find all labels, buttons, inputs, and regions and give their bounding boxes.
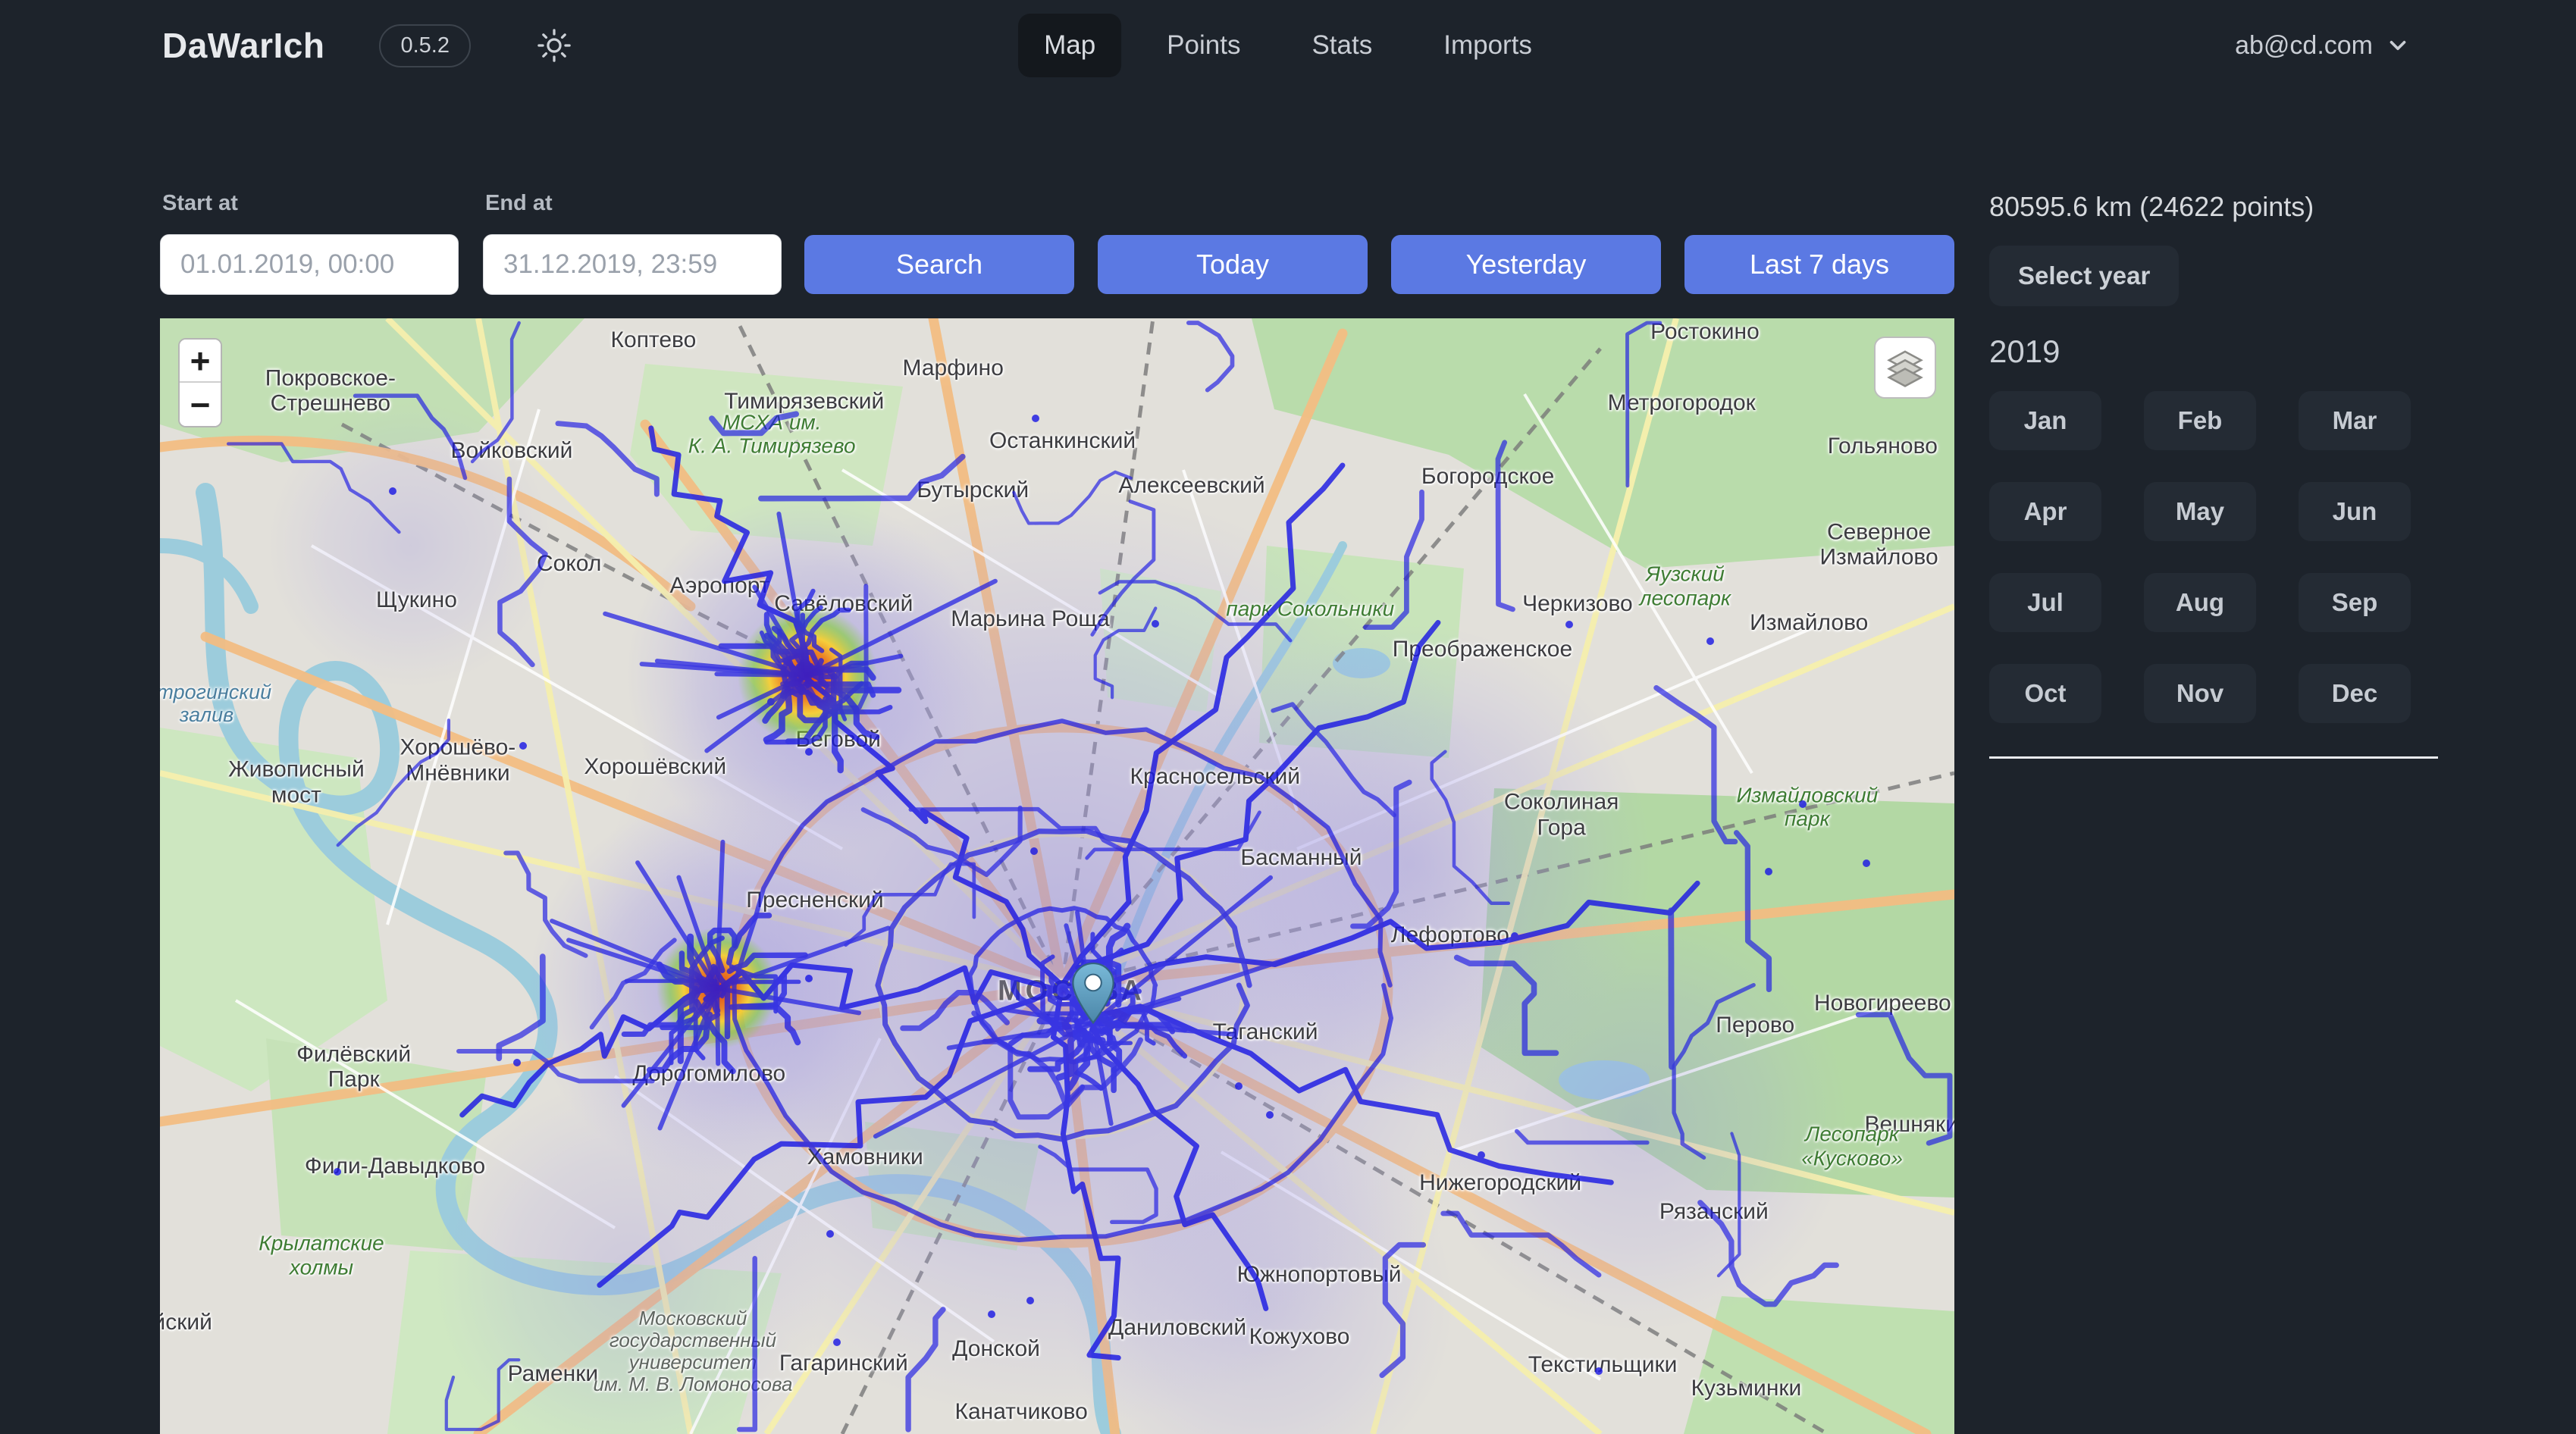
month-button-aug[interactable]: Aug [2144,573,2256,632]
search-button[interactable]: Search [804,235,1074,294]
main-nav: Map Points Stats Imports [1018,0,1558,91]
zoom-out-button[interactable]: − [180,383,221,426]
location-marker[interactable] [1071,963,1115,1029]
today-button[interactable]: Today [1098,235,1368,294]
layers-icon [1885,348,1925,387]
year-heading: 2019 [1989,333,2438,370]
tab-imports[interactable]: Imports [1418,14,1558,77]
tab-map[interactable]: Map [1018,14,1121,77]
last-7-days-button[interactable]: Last 7 days [1684,235,1954,294]
year-panel: 80595.6 km (24622 points) Select year 20… [1989,0,2438,759]
month-button-oct[interactable]: Oct [1989,664,2101,723]
map-pin-icon [1071,963,1115,1025]
yesterday-button[interactable]: Yesterday [1391,235,1661,294]
month-button-mar[interactable]: Mar [2299,391,2411,450]
month-button-jan[interactable]: Jan [1989,391,2101,450]
month-button-jul[interactable]: Jul [1989,573,2101,632]
month-grid: Jan Feb Mar Apr May Jun Jul Aug Sep Oct … [1989,391,2438,723]
zoom-in-button[interactable]: + [180,340,221,383]
month-button-feb[interactable]: Feb [2144,391,2256,450]
theme-toggle-button[interactable] [533,24,575,67]
map-base-tiles [160,318,1954,1434]
end-at-label: End at [485,191,553,216]
distance-stats: 80595.6 km (24622 points) [1989,191,2438,223]
month-button-nov[interactable]: Nov [2144,664,2256,723]
app-logo: DaWarIch [162,25,324,66]
panel-divider [1989,756,2438,759]
month-button-jun[interactable]: Jun [2299,482,2411,541]
zoom-control: + − [178,338,222,427]
select-year-button[interactable]: Select year [1989,246,2179,306]
tab-points[interactable]: Points [1141,14,1266,77]
layers-control[interactable] [1874,337,1936,399]
month-button-apr[interactable]: Apr [1989,482,2101,541]
end-at-input[interactable] [483,234,782,295]
start-at-label: Start at [162,191,238,216]
tab-stats[interactable]: Stats [1286,14,1398,77]
month-button-sep[interactable]: Sep [2299,573,2411,632]
sun-icon [537,28,572,63]
month-button-dec[interactable]: Dec [2299,664,2411,723]
brand-group: DaWarIch 0.5.2 [162,0,575,91]
map-canvas[interactable]: Покровское- СтрешневоКоптевоМарфиноТимир… [160,318,1954,1434]
start-at-input[interactable] [160,234,459,295]
version-badge: 0.5.2 [379,24,471,67]
month-button-may[interactable]: May [2144,482,2256,541]
